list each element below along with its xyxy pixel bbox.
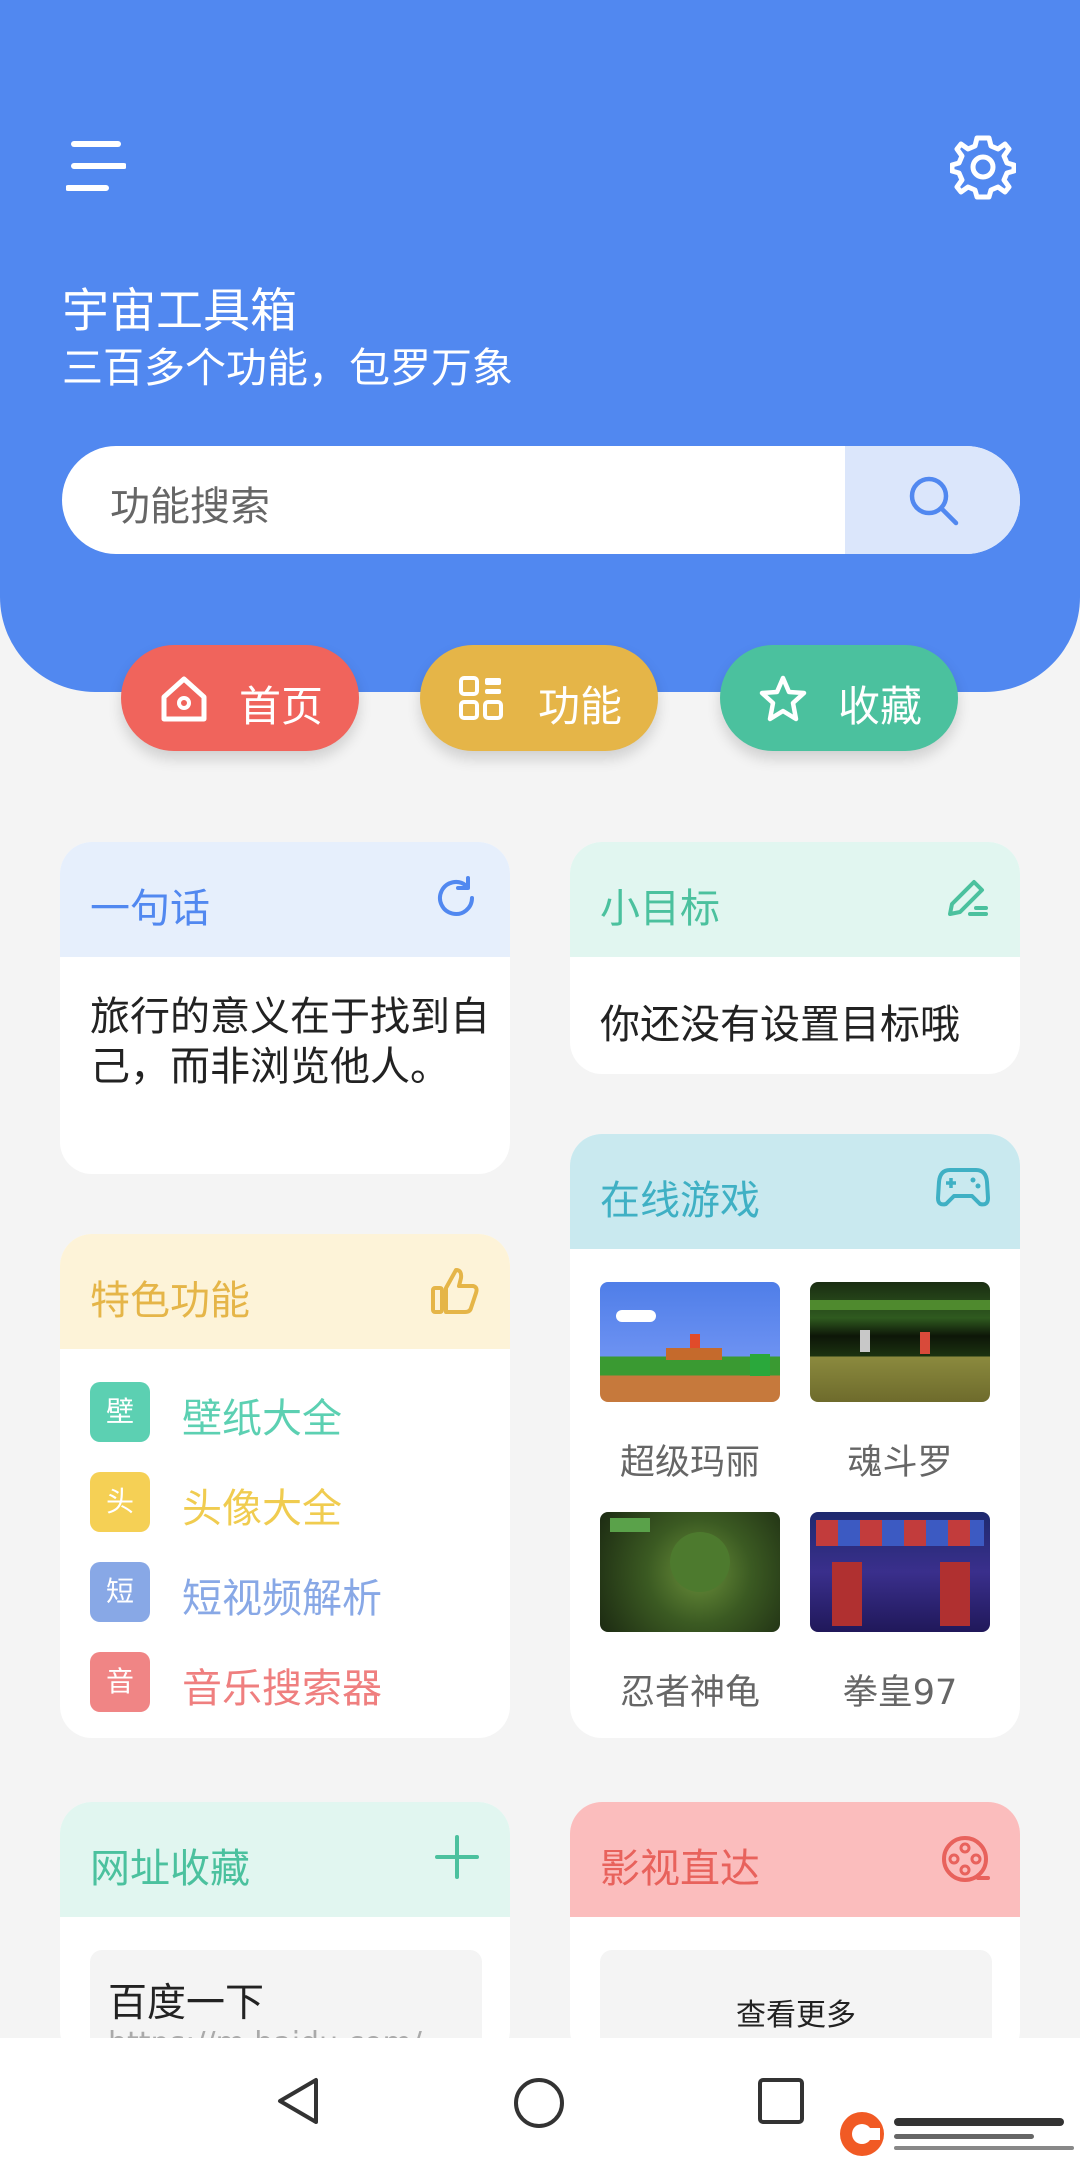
back-icon[interactable] <box>274 2076 324 2126</box>
tab-home-label: 首页 <box>239 682 324 731</box>
film-reel-icon[interactable] <box>940 1834 990 1884</box>
home-nav-icon[interactable] <box>512 2076 566 2130</box>
goal-card-title: 小目标 <box>600 886 720 932</box>
feature-badge: 短 <box>90 1562 150 1622</box>
app-subtitle: 三百多个功能，包罗万象 <box>62 344 513 392</box>
feature-label: 音乐搜索器 <box>182 1666 382 1712</box>
tab-functions-label: 功能 <box>538 682 623 731</box>
games-card-header: 在线游戏 <box>570 1134 1020 1249</box>
game-label: 拳皇97 <box>842 1673 958 1713</box>
game-thumbnail <box>810 1512 990 1632</box>
feature-label: 壁纸大全 <box>182 1396 342 1442</box>
bookmarks-card-title: 网址收藏 <box>90 1846 250 1892</box>
search-icon <box>909 476 959 526</box>
tab-functions[interactable]: 功能 <box>420 645 658 751</box>
game-thumbnail <box>600 1512 780 1632</box>
game-thumbnail <box>600 1282 780 1402</box>
view-more-label: 查看更多 <box>736 1998 856 2033</box>
games-card-title: 在线游戏 <box>600 1178 760 1224</box>
tab-home[interactable]: 首页 <box>121 645 359 751</box>
app-title: 宇宙工具箱 <box>62 284 297 339</box>
grid-icon <box>459 676 503 720</box>
feature-badge: 头 <box>90 1472 150 1532</box>
game-label: 忍者神龟 <box>619 1673 760 1713</box>
recents-icon[interactable] <box>756 2076 806 2126</box>
feature-badge: 壁 <box>90 1382 150 1442</box>
bookmark-name: 百度一下 <box>108 1981 265 2026</box>
movies-card-title: 影视直达 <box>600 1846 760 1892</box>
features-card-title: 特色功能 <box>90 1278 250 1324</box>
movies-card-header: 影视直达 <box>570 1802 1020 1917</box>
watermark-logo <box>840 2112 1074 2156</box>
refresh-icon[interactable] <box>432 874 480 922</box>
tab-favorites-label: 收藏 <box>838 682 923 731</box>
feature-label: 头像大全 <box>182 1486 342 1532</box>
star-icon <box>759 675 807 722</box>
feature-badge: 音 <box>90 1652 150 1712</box>
tab-favorites[interactable]: 收藏 <box>720 645 958 751</box>
game-label: 魂斗罗 <box>847 1443 953 1483</box>
features-card-header: 特色功能 <box>60 1234 510 1349</box>
games-card: 在线游戏 超级玛丽 魂斗罗 忍者神龟 拳皇97 <box>570 1134 1020 1738</box>
game-label: 超级玛丽 <box>619 1443 760 1483</box>
quote-card: 一句话 旅行的意义在于找到自己，而非浏览他人。 <box>60 842 510 1174</box>
feature-label: 短视频解析 <box>182 1576 382 1622</box>
goal-card-header: 小目标 <box>570 842 1020 957</box>
thumbs-up-icon <box>431 1268 479 1314</box>
movies-card: 影视直达 查看更多 <box>570 1802 1020 2062</box>
quote-text: 旅行的意义在于找到自己，而非浏览他人。 <box>90 994 490 1090</box>
bookmarks-card: 网址收藏 百度一下 https://m.baidu.com/ <box>60 1802 510 2062</box>
quote-card-title: 一句话 <box>90 886 210 932</box>
search-bar[interactable]: 功能搜索 <box>62 446 1020 554</box>
home-icon <box>161 676 207 722</box>
quote-card-header: 一句话 <box>60 842 510 957</box>
features-card: 特色功能 壁 壁纸大全 头 头像大全 短 短视频解析 音 音乐搜索器 <box>60 1234 510 1738</box>
goal-card: 小目标 你还没有设置目标哦 <box>570 842 1020 1074</box>
gear-icon[interactable] <box>950 134 1016 200</box>
bookmarks-card-header: 网址收藏 <box>60 1802 510 1917</box>
menu-icon[interactable] <box>66 138 126 198</box>
goal-text: 你还没有设置目标哦 <box>600 1002 960 1048</box>
game-thumbnail <box>810 1282 990 1402</box>
header-banner: 宇宙工具箱 三百多个功能，包罗万象 功能搜索 <box>0 0 1080 692</box>
gamepad-icon[interactable] <box>936 1166 990 1208</box>
search-input[interactable]: 功能搜索 <box>110 474 270 532</box>
edit-icon[interactable] <box>942 874 990 922</box>
plus-icon[interactable] <box>434 1834 480 1880</box>
search-button[interactable] <box>845 446 1020 554</box>
